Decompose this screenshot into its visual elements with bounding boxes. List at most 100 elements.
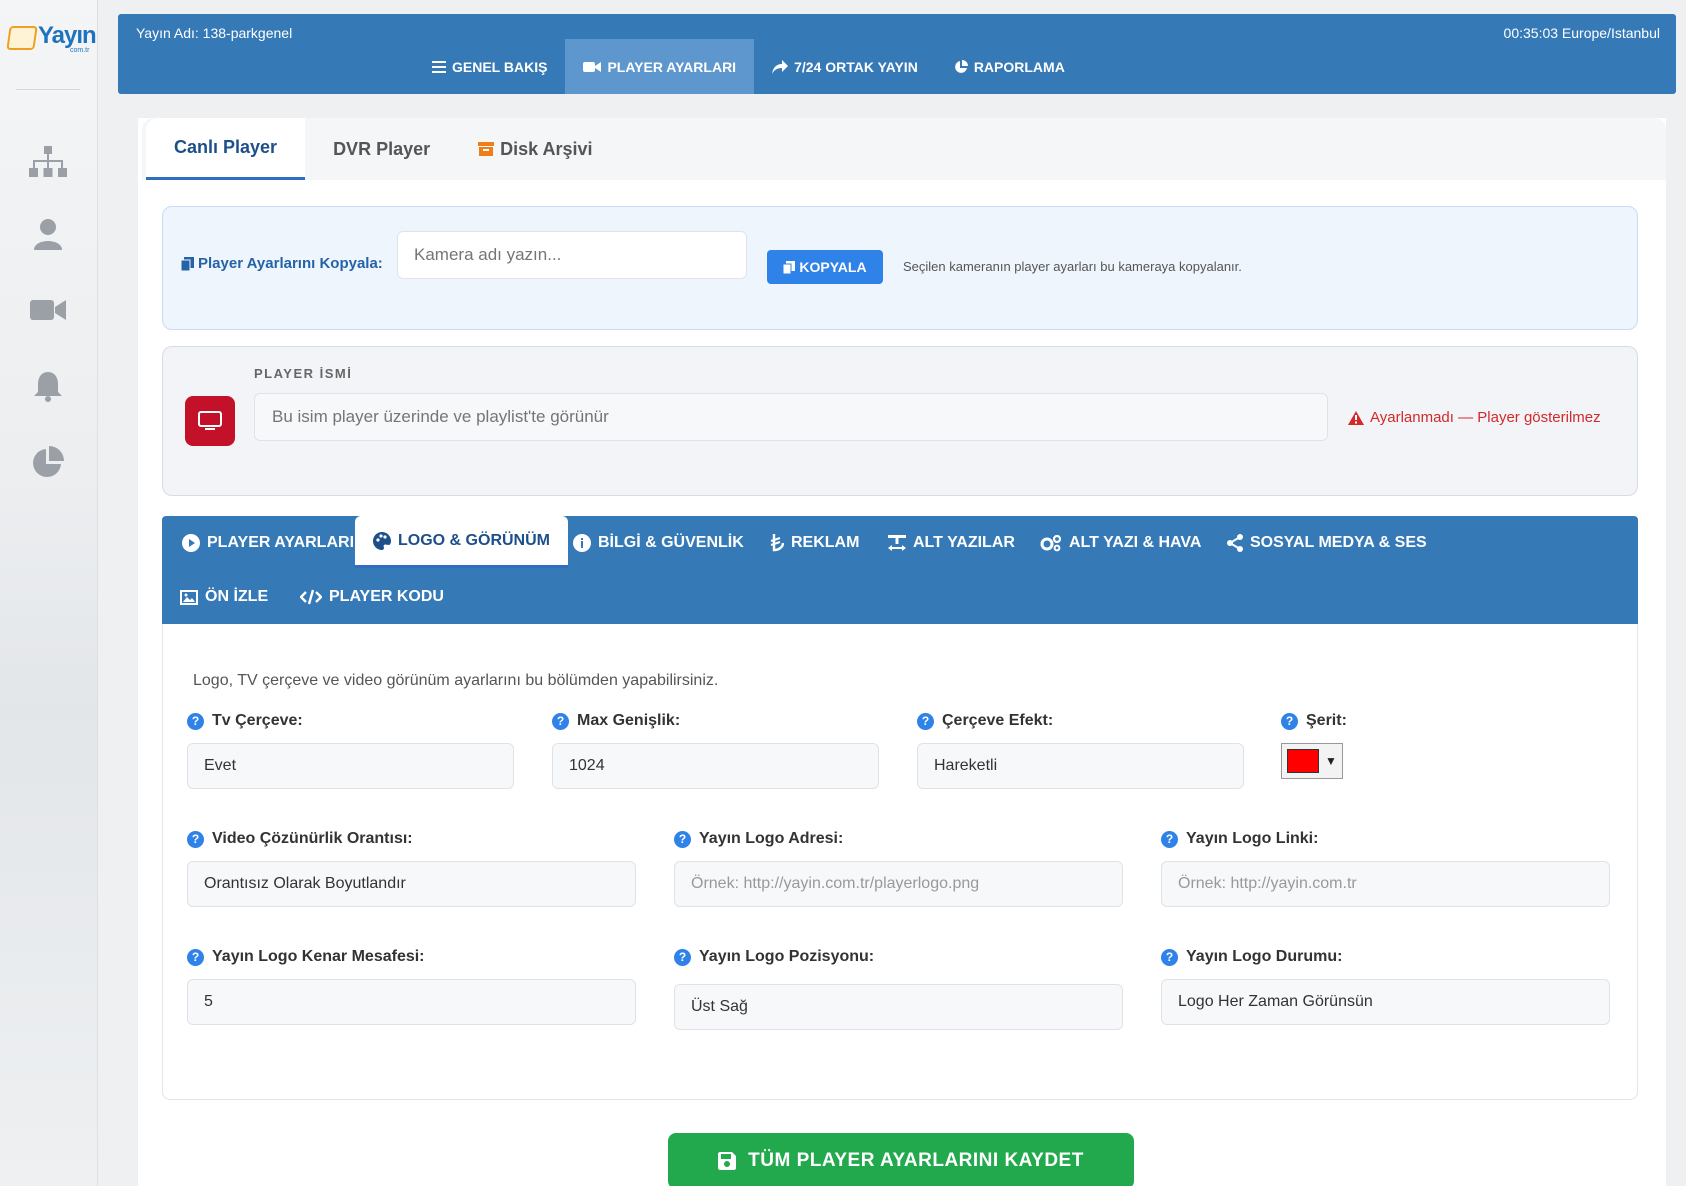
subtab-player-kodu[interactable]: PLAYER KODU xyxy=(282,570,462,624)
copy-settings-label: Player Ayarlarını Kopyala: xyxy=(181,255,383,272)
nav-label: PLAYER AYARLARI xyxy=(607,58,737,75)
player-name-input[interactable] xyxy=(254,393,1328,441)
sitemap-icon[interactable] xyxy=(28,142,68,182)
gears-icon xyxy=(1040,534,1062,552)
video-orantisi-select[interactable]: Orantısız Olarak Boyutlandır xyxy=(187,861,636,907)
tab-label: DVR Player xyxy=(333,138,431,159)
panel-description: Logo, TV çerçeve ve video görünüm ayarla… xyxy=(193,672,719,689)
player-tabs: Canlı Player DVR Player Disk Arşivi xyxy=(142,118,1666,180)
nav-raporlama[interactable]: RAPORLAMA xyxy=(936,39,1083,94)
play-circle-icon xyxy=(182,534,200,552)
info-icon xyxy=(573,534,591,552)
help-icon[interactable]: ? xyxy=(552,712,569,730)
copy-icon xyxy=(181,256,194,271)
tab-label: Disk Arşivi xyxy=(500,138,593,159)
top-nav: GENEL BAKIŞ PLAYER AYARLARI 7/24 ORTAK Y… xyxy=(414,39,1083,94)
clock: 00:35:03 Europe/Istanbul xyxy=(1503,25,1660,41)
logo-linki-input[interactable]: Örnek: http://yayin.com.tr xyxy=(1161,861,1610,907)
field-logo-pozisyonu: ? Yayın Logo Pozisyonu: Üst Sağ xyxy=(674,946,1123,1030)
nav-label: GENEL BAKIŞ xyxy=(452,58,548,75)
field-logo-linki: ? Yayın Logo Linki: Örnek: http://yayin.c… xyxy=(1161,828,1610,907)
nav-label: 7/24 ORTAK YAYIN xyxy=(794,58,918,75)
warning-icon xyxy=(1348,410,1364,425)
share-icon xyxy=(1227,534,1243,552)
help-icon[interactable]: ? xyxy=(187,948,204,966)
pie-chart-icon xyxy=(954,59,968,73)
player-name-caption: PLAYER İSMİ xyxy=(254,366,353,381)
nav-ortak-yayin[interactable]: 7/24 ORTAK YAYIN xyxy=(754,39,936,94)
logo-badge-icon xyxy=(6,26,38,50)
brand-sub: com.tr xyxy=(70,47,90,54)
dropdown-arrow-icon: ▼ xyxy=(1325,754,1337,768)
help-icon[interactable]: ? xyxy=(1161,830,1178,848)
field-logo-durumu: ? Yayın Logo Durumu: Logo Her Zaman Görün… xyxy=(1161,946,1610,1025)
bell-icon[interactable] xyxy=(28,366,68,406)
cerceve-efekt-select[interactable]: Hareketli xyxy=(917,743,1244,789)
logo-durumu-select[interactable]: Logo Her Zaman Görünsün xyxy=(1161,979,1610,1025)
help-icon[interactable]: ? xyxy=(1161,948,1178,966)
subtab-logo-gorunum[interactable]: LOGO & GÖRÜNÜM xyxy=(355,516,568,568)
main-card: Canlı Player DVR Player Disk Arşivi Play… xyxy=(138,118,1666,1186)
pie-chart-icon[interactable] xyxy=(28,442,68,482)
copy-hint: Seçilen kameranın player ayarları bu kam… xyxy=(903,259,1242,274)
brand-name: Yayın xyxy=(38,22,97,49)
palette-icon xyxy=(373,531,391,550)
nav-label: RAPORLAMA xyxy=(973,58,1065,75)
max-genislik-input[interactable]: 1024 xyxy=(552,743,879,789)
help-icon[interactable]: ? xyxy=(674,830,691,848)
help-icon[interactable]: ? xyxy=(187,712,204,730)
field-cerceve-efekt: ? Çerçeve Efekt: Hareketli xyxy=(917,710,1244,789)
user-icon[interactable] xyxy=(28,214,68,254)
brand-logo[interactable]: Yayın com.tr xyxy=(6,22,97,56)
text-width-icon xyxy=(888,535,906,551)
help-icon[interactable]: ? xyxy=(187,830,204,848)
tab-dvr-player[interactable]: DVR Player xyxy=(313,118,450,180)
player-name-warning: Ayarlanmadı — Player gösterilmez xyxy=(1348,409,1601,426)
help-icon[interactable]: ? xyxy=(674,948,691,966)
lira-icon xyxy=(770,534,784,552)
copy-button[interactable]: KOPYALA xyxy=(767,250,883,284)
subtab-reklam[interactable]: REKLAM xyxy=(752,516,877,570)
tv-icon xyxy=(185,396,235,446)
subtab-alt-yazi-hava[interactable]: ALT YAZI & HAVA xyxy=(1022,516,1219,570)
copy-icon xyxy=(783,260,796,274)
camera-search-input[interactable] xyxy=(397,231,747,279)
tab-label: Canlı Player xyxy=(174,137,278,157)
help-icon[interactable]: ? xyxy=(917,712,934,730)
field-logo-kenar-mesafesi: ? Yayın Logo Kenar Mesafesi: 5 xyxy=(187,946,636,1025)
code-icon xyxy=(300,589,322,605)
subtab-sosyal-medya-ses[interactable]: SOSYAL MEDYA & SES xyxy=(1209,516,1445,570)
subtab-alt-yazilar[interactable]: ALT YAZILAR xyxy=(870,516,1033,570)
copy-settings-box: Player Ayarlarını Kopyala: KOPYALA Seçil… xyxy=(162,206,1638,330)
player-name-box: PLAYER İSMİ Ayarlanmadı — Player gösteri… xyxy=(162,346,1638,496)
field-video-orantisi: ? Video Çözünürlik Orantısı: Orantısız Ol… xyxy=(187,828,636,907)
logo-pozisyonu-select[interactable]: Üst Sağ xyxy=(674,984,1123,1030)
tab-disk-arsivi[interactable]: Disk Arşivi xyxy=(458,118,612,180)
field-max-genislik: ? Max Genişlik: 1024 xyxy=(552,710,879,789)
menu-icon xyxy=(432,60,446,73)
logo-gorunum-panel: Logo, TV çerçeve ve video görünüm ayarla… xyxy=(162,624,1638,1100)
save-all-button[interactable]: TÜM PLAYER AYARLARINI KAYDET xyxy=(668,1133,1134,1186)
field-logo-adresi: ? Yayın Logo Adresi: Örnek: http://yayin.… xyxy=(674,828,1123,907)
settings-subtabs: PLAYER AYARLARI LOGO & GÖRÜNÜM BİLGİ & G… xyxy=(162,516,1638,624)
nav-genel-bakis[interactable]: GENEL BAKIŞ xyxy=(414,39,565,94)
top-header: Yayın Adı: 138-parkgenel 00:35:03 Europe… xyxy=(118,14,1676,94)
logo-kenar-mesafesi-input[interactable]: 5 xyxy=(187,979,636,1025)
logo-adresi-input[interactable]: Örnek: http://yayin.com.tr/playerlogo.pn… xyxy=(674,861,1123,907)
tab-canli-player[interactable]: Canlı Player xyxy=(146,118,306,180)
color-swatch xyxy=(1287,749,1319,773)
subtab-on-izle[interactable]: ÖN İZLE xyxy=(162,570,286,624)
nav-player-ayarlari[interactable]: PLAYER AYARLARI xyxy=(565,39,755,94)
save-icon xyxy=(718,1152,737,1170)
tv-cerceve-select[interactable]: Evet xyxy=(187,743,514,789)
image-icon xyxy=(180,589,198,605)
serit-color-picker[interactable]: ▼ xyxy=(1281,743,1343,779)
subtab-bilgi-guvenlik[interactable]: BİLGİ & GÜVENLİK xyxy=(555,516,762,570)
help-icon[interactable]: ? xyxy=(1281,712,1298,730)
video-camera-icon xyxy=(583,61,602,72)
video-icon[interactable] xyxy=(28,290,68,330)
sidebar-divider xyxy=(16,89,80,90)
subtab-player-ayarlari[interactable]: PLAYER AYARLARI xyxy=(164,516,372,570)
archive-icon xyxy=(478,142,495,156)
share-arrow-icon xyxy=(772,59,789,74)
